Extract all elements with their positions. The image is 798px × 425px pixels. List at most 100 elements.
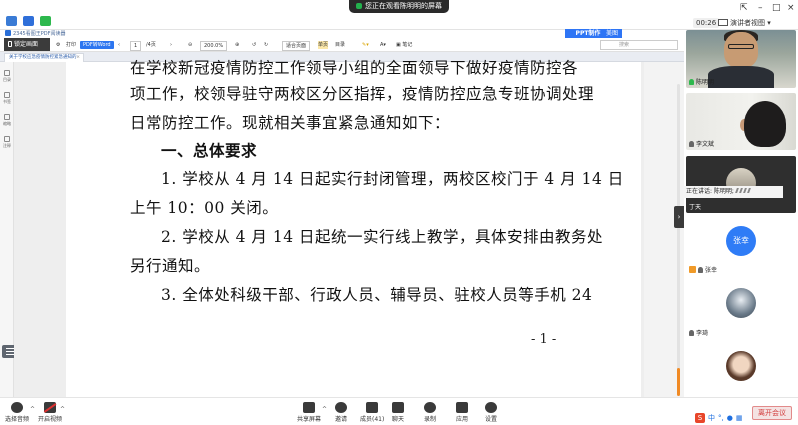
tab-document[interactable]: 关于学校应急疫情防控紧急通知的 × xyxy=(4,53,84,62)
share-options-icon[interactable]: ^ xyxy=(322,406,327,413)
sidebar-item-thumbnail[interactable]: 缩略 xyxy=(0,114,14,127)
participant-panel: 陈明明 李文斌 丁天 张幸 张幸 李琦 xyxy=(684,30,798,397)
ime-toolbar[interactable]: S 中 °, ● ▦ xyxy=(695,412,755,423)
pdf-canvas[interactable]: 在学校新冠疫情防控工作领导小组的全面领导下做好疫情防控各 项工作，校领导驻守两校… xyxy=(14,59,684,397)
zoom-select[interactable]: 200.0% xyxy=(200,41,228,51)
avatar xyxy=(726,288,756,318)
close-icon[interactable]: × xyxy=(787,3,795,13)
ime-punct-icon[interactable]: °, xyxy=(718,414,724,422)
fit-page-select[interactable]: 适合页面 xyxy=(282,41,311,51)
mic-off-icon xyxy=(689,141,694,147)
meeting-bottom-bar: 选择音频 ^ 开启视频 ^ 共享屏幕 ^ 邀请 成员(41) 聊天 录制 应用 … xyxy=(0,397,798,425)
rotate-left-icon[interactable]: ↺ xyxy=(252,41,256,49)
zoom-out-icon[interactable]: ⊖ xyxy=(188,41,192,49)
thumbnail-icon xyxy=(4,114,10,120)
note-button[interactable]: ▣ 笔记 xyxy=(396,41,412,49)
doc-line: 1. 学校从 4 月 14 日起实行封闭管理，两校区校门于 4 月 14 日 xyxy=(161,170,624,188)
participant-tile[interactable]: 陈明明 xyxy=(686,30,796,88)
meeting-top-bar: 您正在观看陈明明的屏幕 ⇱ – □ × 00:26 演讲者视图 ▾ xyxy=(0,0,798,30)
avatar: 张幸 xyxy=(726,226,756,256)
lock-screen-button[interactable]: 锁定画面 xyxy=(4,38,50,51)
screen: 您正在观看陈明明的屏幕 ⇱ – □ × 00:26 演讲者视图 ▾ 2345看图… xyxy=(0,0,798,425)
video-button[interactable]: 开启视频 xyxy=(38,402,62,423)
sidebar-item-toc[interactable]: 目录 xyxy=(0,70,14,83)
chat-button[interactable]: 聊天 xyxy=(392,402,404,423)
pin-icon[interactable]: ⇱ xyxy=(740,3,748,13)
sidebar-item-annotation[interactable]: 注释 xyxy=(0,136,14,149)
view-mode-button[interactable]: 演讲者视图 ▾ xyxy=(718,18,771,28)
video-feed xyxy=(744,101,786,147)
outline-button[interactable]: 目录 xyxy=(335,41,345,49)
doc-line: 另行通知。 xyxy=(130,257,211,275)
participant-tile[interactable]: 李文斌 xyxy=(686,93,796,150)
mic-on-icon xyxy=(689,79,694,85)
participant-tile[interactable]: 张幸 张幸 xyxy=(686,219,796,276)
scrollbar[interactable] xyxy=(677,84,680,384)
meitu-ad-badge[interactable]: 美图 xyxy=(602,29,622,38)
audio-button[interactable]: 选择音频 xyxy=(5,402,29,423)
invite-icon xyxy=(335,402,347,413)
settings-button[interactable]: 设置 xyxy=(485,402,497,423)
doc-line: 3. 全体处科级干部、行政人员、辅导员、驻校人员等手机 24 xyxy=(161,286,593,304)
video-feed xyxy=(724,32,758,68)
minimize-icon[interactable]: – xyxy=(758,3,763,13)
print-icon[interactable]: 打印 xyxy=(66,41,76,49)
doc-line: 上午 10：00 关闭。 xyxy=(130,199,279,217)
shield-icon[interactable] xyxy=(23,16,34,26)
layout-icon xyxy=(718,19,728,26)
doc-line: 日常防控工作。现就相关事宜紧急通知如下： xyxy=(130,114,451,132)
lock-icon xyxy=(8,41,12,47)
info-icon[interactable] xyxy=(6,16,17,26)
highlight-icon[interactable]: ✎▾ xyxy=(362,41,369,49)
ime-logo-icon: S xyxy=(695,412,705,423)
app-logo-icon xyxy=(5,30,11,36)
share-screen-button[interactable]: 共享屏幕 xyxy=(297,402,321,423)
page-number-input[interactable]: 1 xyxy=(130,41,142,51)
video-options-icon[interactable]: ^ xyxy=(60,406,65,413)
prev-page-icon[interactable]: ‹ xyxy=(118,41,120,49)
doc-heading: 一、总体要求 xyxy=(161,141,258,160)
share-banner[interactable]: 您正在观看陈明明的屏幕 xyxy=(349,0,449,13)
pdf-page: 在学校新冠疫情防控工作领导小组的全面领导下做好疫情防控各 项工作，校领导驻守两校… xyxy=(66,59,641,397)
open-icon[interactable]: ⚙ xyxy=(56,41,60,49)
single-page-button[interactable]: 单页 xyxy=(318,41,329,49)
audio-options-icon[interactable]: ^ xyxy=(30,406,35,413)
maximize-icon[interactable]: □ xyxy=(772,3,781,13)
ime-keyboard-icon[interactable]: ▦ xyxy=(736,414,743,422)
host-icon xyxy=(689,266,696,273)
rotate-right-icon[interactable]: ↻ xyxy=(264,41,268,49)
pdf-to-word-button[interactable]: PDF转Word xyxy=(80,41,114,49)
mic-off-icon xyxy=(689,330,694,336)
apps-icon xyxy=(456,402,468,413)
ime-lang-icon[interactable]: 中 xyxy=(708,413,715,423)
meeting-timer: 00:26 xyxy=(693,18,720,28)
chat-icon xyxy=(392,402,404,413)
leave-meeting-button[interactable]: 离开会议 xyxy=(752,406,792,420)
participant-tile[interactable]: 丁天 xyxy=(686,156,796,213)
page-total: /4页 xyxy=(146,42,156,48)
members-button[interactable]: 成员(41) xyxy=(360,402,384,423)
next-page-icon[interactable]: › xyxy=(170,41,172,49)
toc-icon xyxy=(4,70,10,76)
scroll-marker[interactable] xyxy=(677,368,680,396)
invite-button[interactable]: 邀请 xyxy=(335,402,347,423)
collapse-panel-icon[interactable]: › xyxy=(674,206,684,228)
avatar xyxy=(726,351,756,381)
sidebar-item-bookmark[interactable]: 书签 xyxy=(0,92,14,105)
mic-off-icon xyxy=(698,267,703,273)
participant-tile[interactable] xyxy=(686,345,796,397)
pdf-search-input[interactable]: 搜索 xyxy=(600,40,678,50)
record-button[interactable]: 录制 xyxy=(424,402,436,423)
text-icon[interactable]: A▾ xyxy=(380,41,386,49)
tab-close-icon[interactable]: × xyxy=(76,54,80,62)
participant-tile[interactable]: 李琦 xyxy=(686,282,796,339)
signal-icon[interactable] xyxy=(40,16,51,26)
share-screen-icon xyxy=(303,402,315,413)
apps-button[interactable]: 应用 xyxy=(456,402,468,423)
status-icons xyxy=(6,16,51,26)
note-icon: ▣ xyxy=(396,42,401,48)
ime-mic-icon[interactable]: ● xyxy=(727,414,733,422)
bookmark-icon xyxy=(4,92,10,98)
zoom-in-icon[interactable]: ⊕ xyxy=(235,41,239,49)
annotation-icon xyxy=(4,136,10,142)
